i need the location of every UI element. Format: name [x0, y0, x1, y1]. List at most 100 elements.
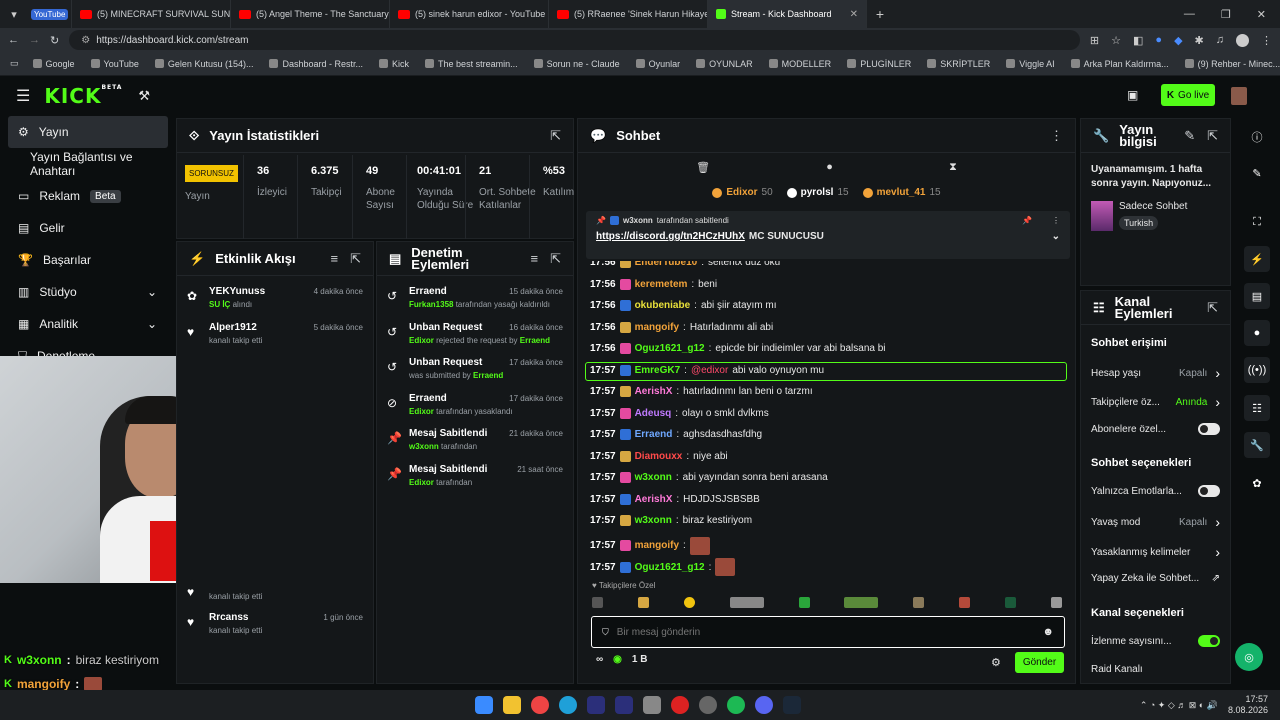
emote-icon[interactable] — [798, 597, 810, 608]
moderation-item[interactable]: 📌 Mesaj Sabitlendi w3xonn tarafından 21 dak… — [377, 428, 573, 464]
screen-icon[interactable]: ▣ — [1127, 88, 1138, 102]
chat-message[interactable]: 17:57 AerishX: hatırladınmı lan beni o tar… — [590, 386, 813, 397]
new-tab-button[interactable]: + — [867, 6, 893, 22]
message-user[interactable]: Erraend — [635, 429, 673, 440]
popout-icon[interactable]: ⇱ — [550, 252, 561, 265]
translate-icon[interactable]: ◧ — [1133, 34, 1143, 47]
hamburger-icon[interactable]: ☰ — [16, 86, 30, 106]
chevron-right-icon[interactable]: › — [1215, 514, 1220, 530]
toggle-switch[interactable] — [1198, 635, 1220, 647]
sidebar-item-3[interactable]: ▤ Gelir — [0, 212, 175, 244]
popout-icon[interactable]: ⇱ — [350, 251, 361, 267]
extension-icon[interactable]: ◆ — [1174, 34, 1182, 47]
premiere-icon[interactable] — [587, 696, 605, 714]
top-chatter[interactable]: mevlut_41 15 — [862, 187, 941, 198]
emote-icon[interactable] — [959, 597, 971, 608]
close-window-icon[interactable]: ✕ — [1257, 8, 1266, 21]
bookmark-item[interactable]: OYUNLAR — [696, 59, 753, 69]
hammer-icon[interactable]: ⚒ — [138, 88, 150, 104]
moderation-item[interactable]: 📌 Mesaj Sabitlendi Edixor tarafından 21 saa… — [377, 464, 573, 500]
star-icon[interactable]: ☆ — [1111, 34, 1121, 47]
menu-icon[interactable]: ⋮ — [1261, 34, 1272, 47]
bookmark-item[interactable]: Kick — [379, 59, 409, 69]
moderation-item[interactable]: ↺ Erraend Furkan1358 tarafından yasağı kal… — [377, 286, 573, 322]
message-user[interactable]: mangoify — [635, 540, 679, 551]
bookmark-item[interactable]: SKRİPTLER — [927, 59, 990, 69]
support-icon[interactable]: ◎ — [1235, 643, 1263, 671]
message-user[interactable]: keremetem — [635, 279, 688, 290]
popout-icon[interactable]: ⇱ — [1207, 129, 1218, 142]
wrench-icon[interactable]: 🔧 — [1244, 432, 1270, 458]
message-user[interactable]: w3xonn — [635, 472, 672, 483]
emoji-icon[interactable]: ☻ — [1042, 626, 1054, 638]
toggle-switch[interactable] — [1198, 485, 1220, 497]
steam-icon[interactable] — [783, 696, 801, 714]
emote-icon[interactable] — [683, 597, 695, 608]
bookmark-item[interactable]: MODELLER — [768, 59, 831, 69]
extension-icon[interactable]: ● — [1155, 34, 1162, 47]
sliders-icon[interactable]: ☷ — [1244, 395, 1270, 421]
bookmark-item[interactable]: The best streamin... — [425, 59, 518, 69]
shield-icon[interactable]: ⛉ — [602, 627, 609, 638]
sidebar-item-2[interactable]: ▭ Reklam Beta — [0, 180, 175, 212]
filter-icon[interactable]: ≡ — [331, 251, 339, 267]
emote-icon[interactable] — [592, 597, 603, 608]
gift-icon[interactable]: ✿ — [1244, 470, 1270, 496]
chat-message[interactable]: 17:57 Diamouxx: niye abi — [590, 450, 728, 462]
message-user[interactable]: Oguz1621_g12 — [635, 562, 705, 573]
discord-icon[interactable] — [755, 696, 773, 714]
chat-message[interactable]: 17:57 EmreGK7: @edixor abi valo oynuyon mu — [590, 364, 824, 376]
avatar[interactable] — [1236, 33, 1249, 47]
activity-item[interactable]: ♥ Rrcanss kanalı takip etti 1 gün önce — [177, 612, 373, 648]
pinned-message[interactable]: 📌 w3xonn tarafından sabitlendi 📌 ⋮ https://d… — [586, 211, 1070, 259]
tab-3[interactable]: (5) sinek harun edixor - YouTube✕ — [390, 0, 549, 28]
edge-icon[interactable] — [559, 696, 577, 714]
go-live-button[interactable]: K Go live — [1161, 84, 1215, 106]
pinned-link[interactable]: https://discord.gg/tn2HCzHUhX — [596, 231, 745, 242]
top-chatter[interactable]: Edixor 50 — [712, 187, 773, 198]
sidebar-item-4[interactable]: 🏆 Başarılar — [0, 244, 175, 276]
setting-row[interactable]: Yasaklanmış kelimeler › — [1091, 544, 1220, 560]
setting-row[interactable]: Hesap yaşı Kapalı › — [1091, 365, 1220, 381]
bookmark-item[interactable]: (9) Rehber - Minec... — [1184, 59, 1280, 69]
bookmark-item[interactable]: Google — [32, 59, 75, 69]
close-icon[interactable]: ✕ — [850, 9, 858, 20]
sidebar-item-6[interactable]: ▦ Analitik ⌄ — [0, 308, 175, 340]
tab-1[interactable]: (5) MINECRAFT SURVIVAL SUNUCU✕ — [72, 0, 231, 28]
message-user[interactable]: AerishX — [635, 494, 673, 505]
toggle-switch[interactable] — [1198, 423, 1220, 435]
moderation-item[interactable]: ⊘ Erraend Edixor tarafından yasaklandı 17 d… — [377, 393, 573, 429]
chat-message[interactable]: 17:57 w3xonn: biraz kestiriyom — [590, 515, 752, 526]
setting-row[interactable]: İzlenme sayısını... — [1091, 635, 1220, 647]
chevron-down-icon[interactable]: ⌄ — [147, 285, 157, 299]
obs-icon[interactable] — [671, 696, 689, 714]
chat-input-box[interactable]: ⛉ ☻ — [591, 616, 1065, 648]
chat-message[interactable]: 17:57 w3xonn: abi yayından sonra beni aras… — [590, 472, 828, 483]
chat-message[interactable]: 17:57 Oguz1621_g12: — [590, 558, 736, 576]
emote-icon[interactable] — [844, 597, 879, 608]
setting-row[interactable]: Raid Kanalı — [1091, 664, 1220, 675]
reload-icon[interactable]: ↻ — [50, 34, 59, 47]
more-icon[interactable]: ⋮ — [1052, 216, 1060, 225]
emote-icon[interactable] — [913, 597, 925, 608]
tab-4[interactable]: (5) RRaenee 'Sinek Harun Hikayesi✕ — [549, 0, 708, 28]
pen-icon[interactable]: ✎ — [1244, 160, 1270, 186]
message-user[interactable]: Diamouxx — [635, 451, 683, 462]
unpin-icon[interactable]: 📌 — [1022, 216, 1032, 225]
chevron-right-icon[interactable]: › — [1215, 394, 1220, 410]
spotify-icon[interactable] — [727, 696, 745, 714]
bolt-icon[interactable]: ⚡ — [1244, 246, 1270, 272]
emote-icon[interactable] — [729, 597, 764, 608]
external-link-icon[interactable]: ⇗ — [1212, 573, 1220, 584]
chat-message[interactable]: 17:57 mangoify: — [590, 536, 710, 555]
mention[interactable]: @edixor — [691, 365, 728, 376]
chat-message[interactable]: 17:57 AerishX: HDJDJSJSBSBB — [590, 493, 760, 505]
bookmark-item[interactable]: Gelen Kutusu (154)... — [154, 59, 253, 69]
sidebar-item-0[interactable]: ⚙ Yayın — [8, 116, 168, 148]
activity-item[interactable]: ♥ Alper1912 kanalı takip etti 5 dakika önce — [177, 322, 373, 358]
chat-message[interactable]: 17:56 mangoify: Hatırladınmı ali abi — [590, 321, 773, 333]
message-user[interactable]: EmreGK7 — [635, 365, 681, 376]
setting-row[interactable]: Yavaş mod Kapalı › — [1091, 514, 1220, 530]
message-user[interactable]: w3xonn — [635, 515, 672, 526]
app-icon[interactable] — [699, 696, 717, 714]
